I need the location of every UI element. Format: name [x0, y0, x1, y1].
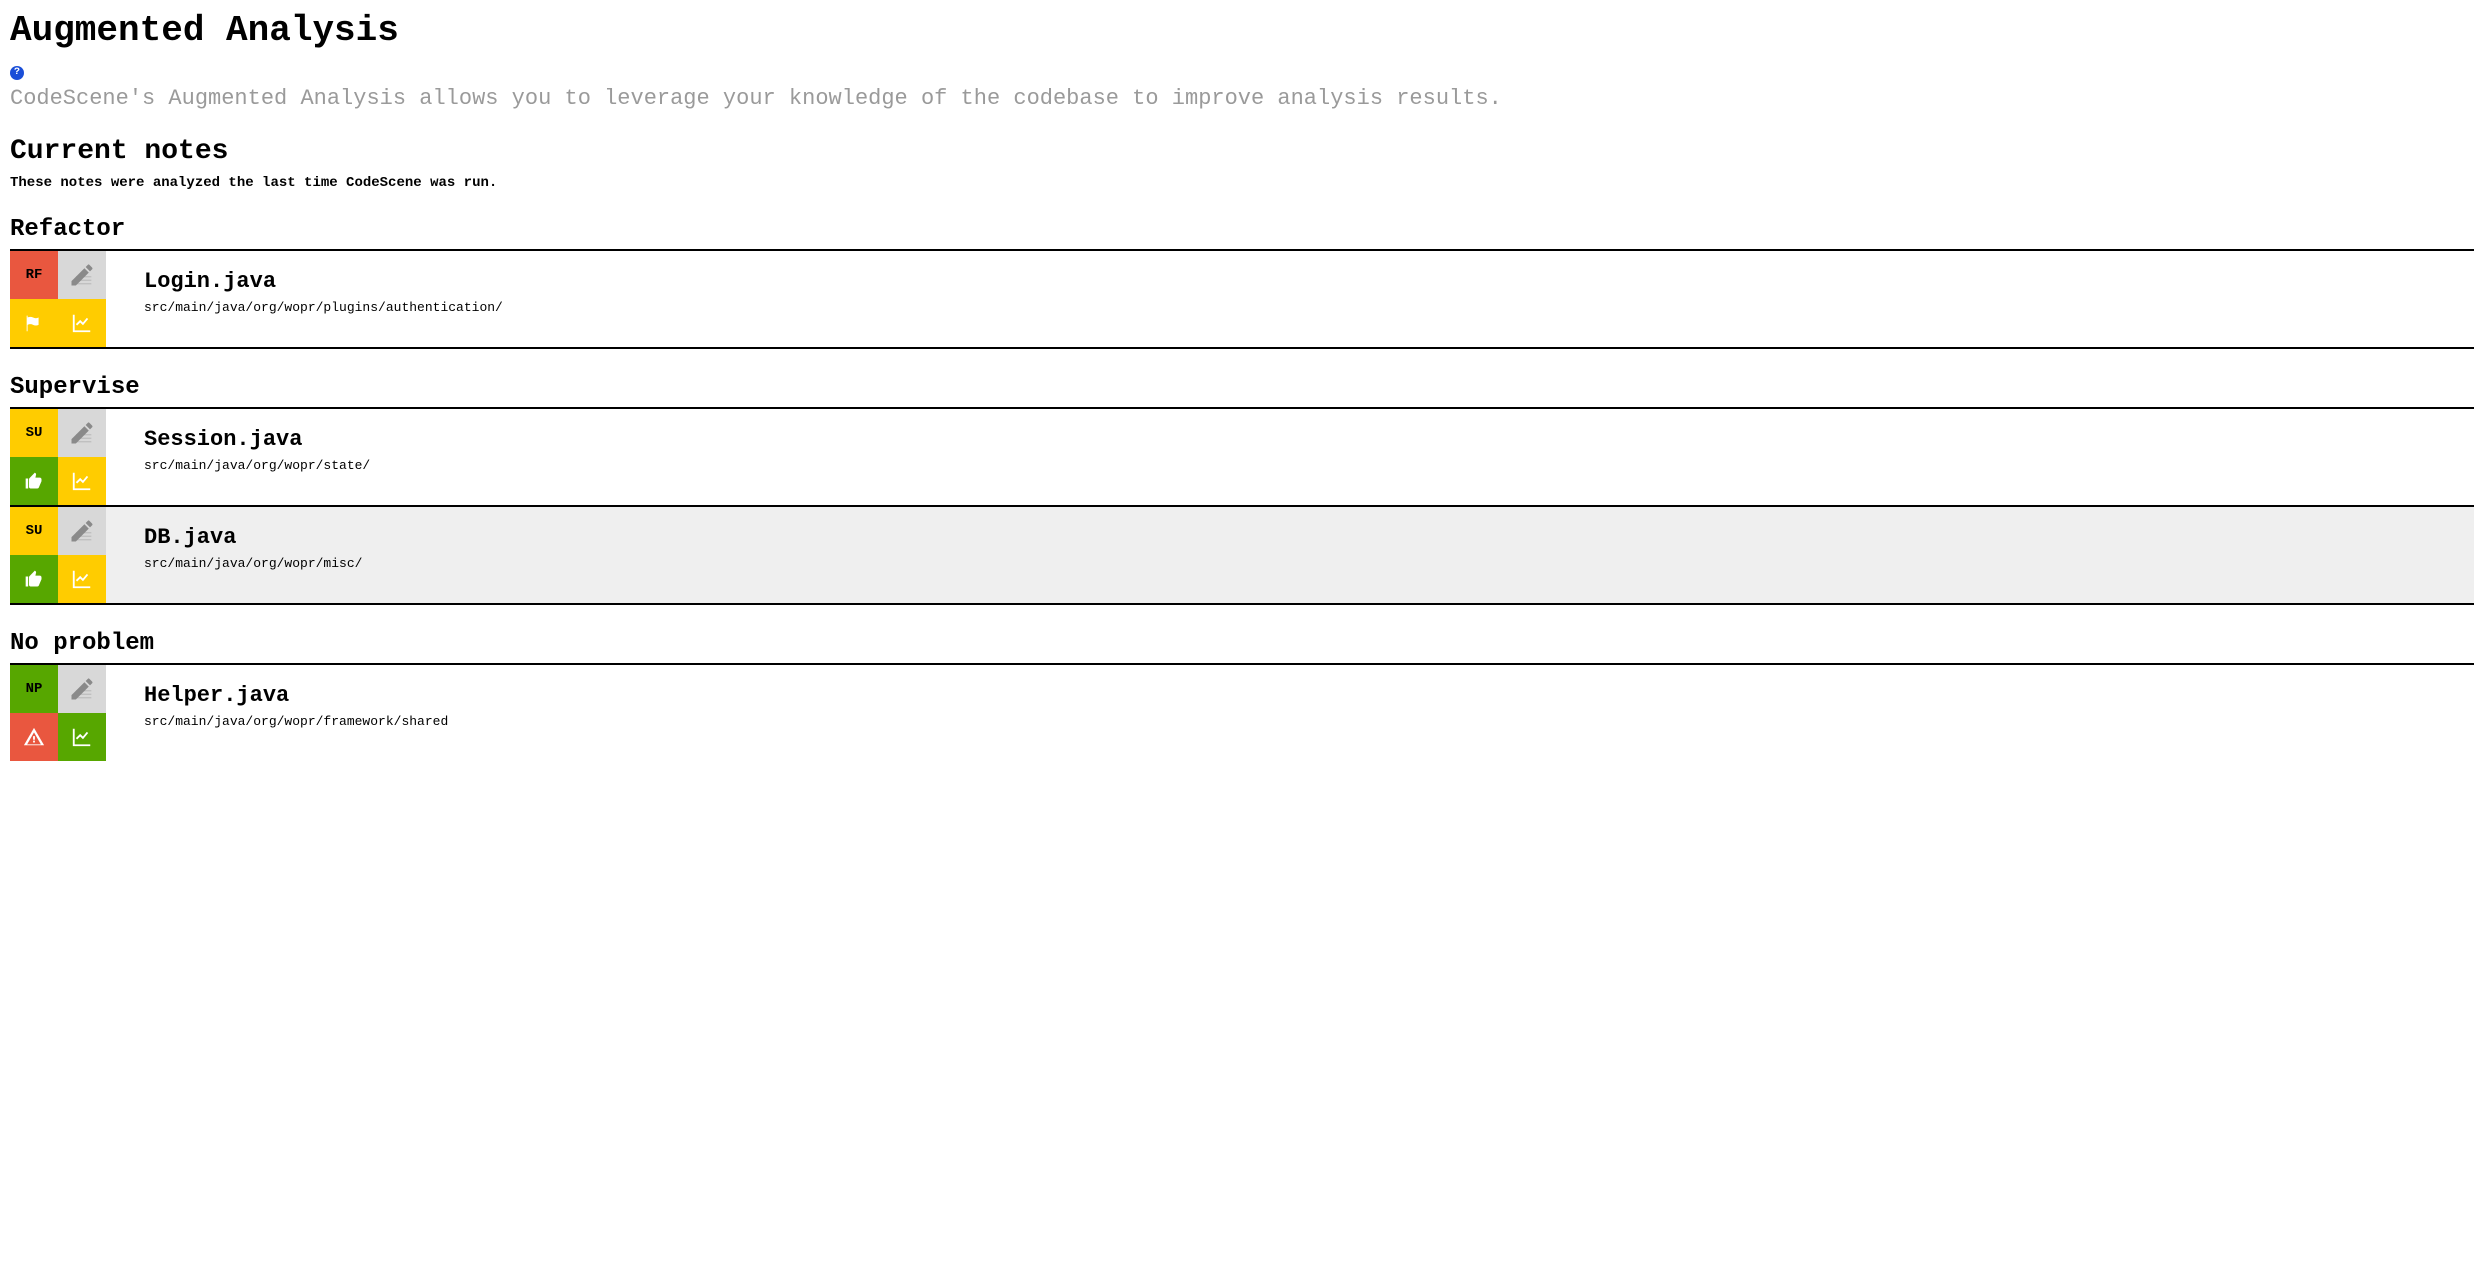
flag-icon[interactable] — [10, 299, 58, 347]
thumbs-up-icon[interactable] — [10, 457, 58, 505]
badge-grid: NP — [10, 665, 106, 761]
edit-icon[interactable] — [58, 251, 106, 299]
note-title: Helper.java — [144, 683, 448, 708]
category-badge: RF — [10, 251, 58, 299]
badge-grid: RF — [10, 251, 106, 347]
note-row[interactable]: RF Login.java src/main/java/org/wopr/plu… — [10, 249, 2474, 349]
page-description: CodeScene's Augmented Analysis allows yo… — [10, 86, 2474, 111]
thumbs-up-icon[interactable] — [10, 555, 58, 603]
section-supervise: Supervise SU Session.java src/main/java/… — [10, 374, 2474, 605]
note-title: Session.java — [144, 427, 370, 452]
section-refactor: Refactor RF Login.java src/main/java/org… — [10, 216, 2474, 349]
section-subtitle: Current notes — [10, 136, 2474, 167]
section-noproblem: No problem NP Helper.java src/main/java/… — [10, 630, 2474, 761]
note-path: src/main/java/org/wopr/framework/shared — [144, 714, 448, 729]
section-heading-refactor: Refactor — [10, 216, 2474, 243]
section-subtext: These notes were analyzed the last time … — [10, 175, 2474, 191]
page-title: Augmented Analysis — [10, 10, 2474, 51]
badge-grid: SU — [10, 409, 106, 505]
section-heading-noproblem: No problem — [10, 630, 2474, 657]
note-row[interactable]: SU Session.java src/main/java/org/wopr/s… — [10, 407, 2474, 505]
warning-icon[interactable] — [10, 713, 58, 761]
category-badge: NP — [10, 665, 58, 713]
chart-icon[interactable] — [58, 299, 106, 347]
edit-icon[interactable] — [58, 665, 106, 713]
badge-grid: SU — [10, 507, 106, 603]
note-path: src/main/java/org/wopr/state/ — [144, 458, 370, 473]
edit-icon[interactable] — [58, 409, 106, 457]
chart-icon[interactable] — [58, 555, 106, 603]
edit-icon[interactable] — [58, 507, 106, 555]
note-row[interactable]: NP Helper.java src/main/java/org/wopr/fr… — [10, 663, 2474, 761]
category-badge: SU — [10, 409, 58, 457]
note-path: src/main/java/org/wopr/misc/ — [144, 556, 362, 571]
note-path: src/main/java/org/wopr/plugins/authentic… — [144, 300, 503, 315]
note-title: DB.java — [144, 525, 362, 550]
note-title: Login.java — [144, 269, 503, 294]
chart-icon[interactable] — [58, 713, 106, 761]
category-badge: SU — [10, 507, 58, 555]
note-row[interactable]: SU DB.java src/main/java/org/wopr/misc/ — [10, 505, 2474, 605]
section-heading-supervise: Supervise — [10, 374, 2474, 401]
help-icon[interactable]: ? — [10, 66, 24, 80]
chart-icon[interactable] — [58, 457, 106, 505]
